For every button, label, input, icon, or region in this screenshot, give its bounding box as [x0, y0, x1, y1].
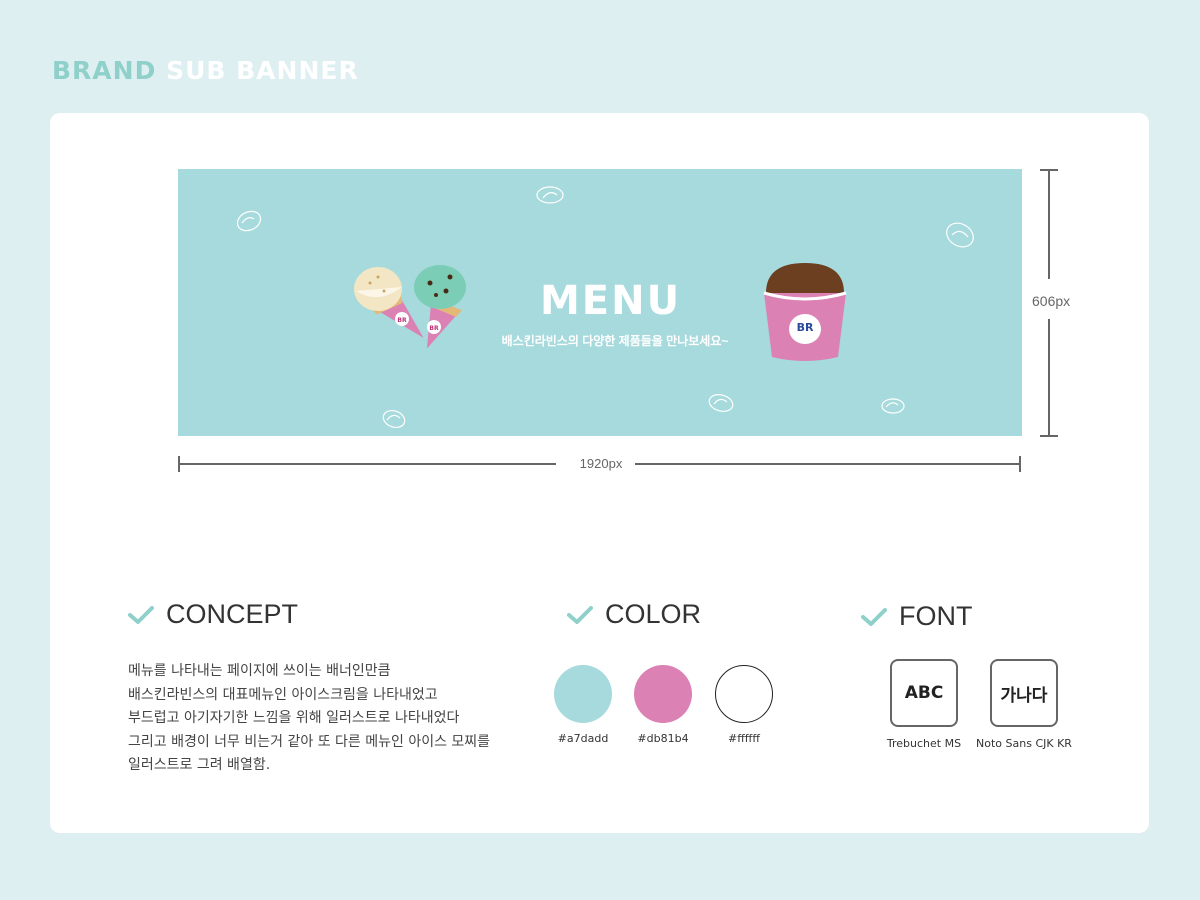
mochi-icon	[382, 409, 406, 429]
width-label: 1920px	[579, 456, 623, 471]
heading-word-brand: BRAND	[52, 56, 157, 85]
br-logo-text: BR	[797, 321, 814, 334]
color-title: COLOR	[605, 599, 702, 629]
color-swatch-white	[715, 665, 773, 723]
check-icon	[567, 605, 593, 624]
width-dimension: 1920px	[178, 456, 1021, 472]
mochi-icon	[881, 398, 905, 414]
color-swatch-mint	[554, 665, 612, 723]
banner-subtitle: 배스킨라빈스의 다양한 제품들을 만나보세요~	[501, 334, 729, 348]
check-icon	[861, 607, 887, 626]
concept-line: 부드럽고 아기자기한 느낌을 위해 일러스트로 나타내었다	[128, 710, 460, 726]
page-heading: BRAND SUB BANNER	[52, 56, 359, 85]
concept-title: CONCEPT	[166, 599, 299, 629]
mochi-icon	[708, 394, 734, 412]
banner-preview: BR BR MENU 배스킨라빈스의 다양한 제품들을 만나보세요~ BR	[178, 169, 1022, 436]
concept-heading: CONCEPT	[128, 599, 298, 630]
font-sample-latin: ABC	[890, 659, 958, 727]
dimension-line	[178, 463, 556, 465]
heading-word-sub-banner: SUB BANNER	[166, 56, 359, 85]
concept-description: 메뉴를 나타내는 페이지에 쓰이는 배너인만큼 배스킨라빈스의 대표메뉴인 아이…	[128, 660, 528, 778]
height-dimension: 606px	[1032, 169, 1070, 437]
dimension-line	[1048, 319, 1050, 437]
concept-line: 일러스트로 그려 배열함.	[128, 757, 271, 773]
color-label: #ffffff	[728, 732, 760, 745]
color-swatch-pink	[634, 665, 692, 723]
ice-cream-cup-illustration: BR	[763, 263, 847, 361]
mochi-icon	[236, 210, 262, 232]
check-icon	[128, 605, 154, 624]
concept-line: 배스킨라빈스의 대표메뉴인 아이스크림을 나타내었고	[128, 686, 438, 703]
font-name: Trebuchet MS	[886, 737, 962, 750]
color-heading: COLOR	[567, 599, 701, 630]
svg-text:BR: BR	[397, 317, 407, 324]
color-label: #db81b4	[637, 732, 689, 745]
dimension-cap	[1040, 435, 1058, 437]
color-label: #a7dadd	[557, 732, 609, 745]
font-title: FONT	[899, 601, 973, 631]
banner-title: MENU	[540, 278, 682, 324]
dimension-line	[635, 463, 1021, 465]
font-heading: FONT	[861, 601, 973, 632]
height-label: 606px	[1032, 293, 1071, 309]
svg-text:BR: BR	[429, 325, 439, 332]
font-name: Noto Sans CJK KR	[976, 737, 1072, 750]
mochi-icon	[536, 186, 564, 204]
mochi-icon	[946, 222, 974, 248]
font-sample-korean: 가나다	[990, 659, 1058, 727]
content-card: BR BR MENU 배스킨라빈스의 다양한 제품들을 만나보세요~ BR 19…	[50, 113, 1149, 833]
dimension-line	[1048, 169, 1050, 279]
concept-line: 그리고 배경이 너무 비는거 같아 또 다른 메뉴인 아이스 모찌를	[128, 733, 491, 750]
dimension-cap	[1019, 456, 1021, 472]
concept-line: 메뉴를 나타내는 페이지에 쓰이는 배너인만큼	[128, 663, 391, 679]
